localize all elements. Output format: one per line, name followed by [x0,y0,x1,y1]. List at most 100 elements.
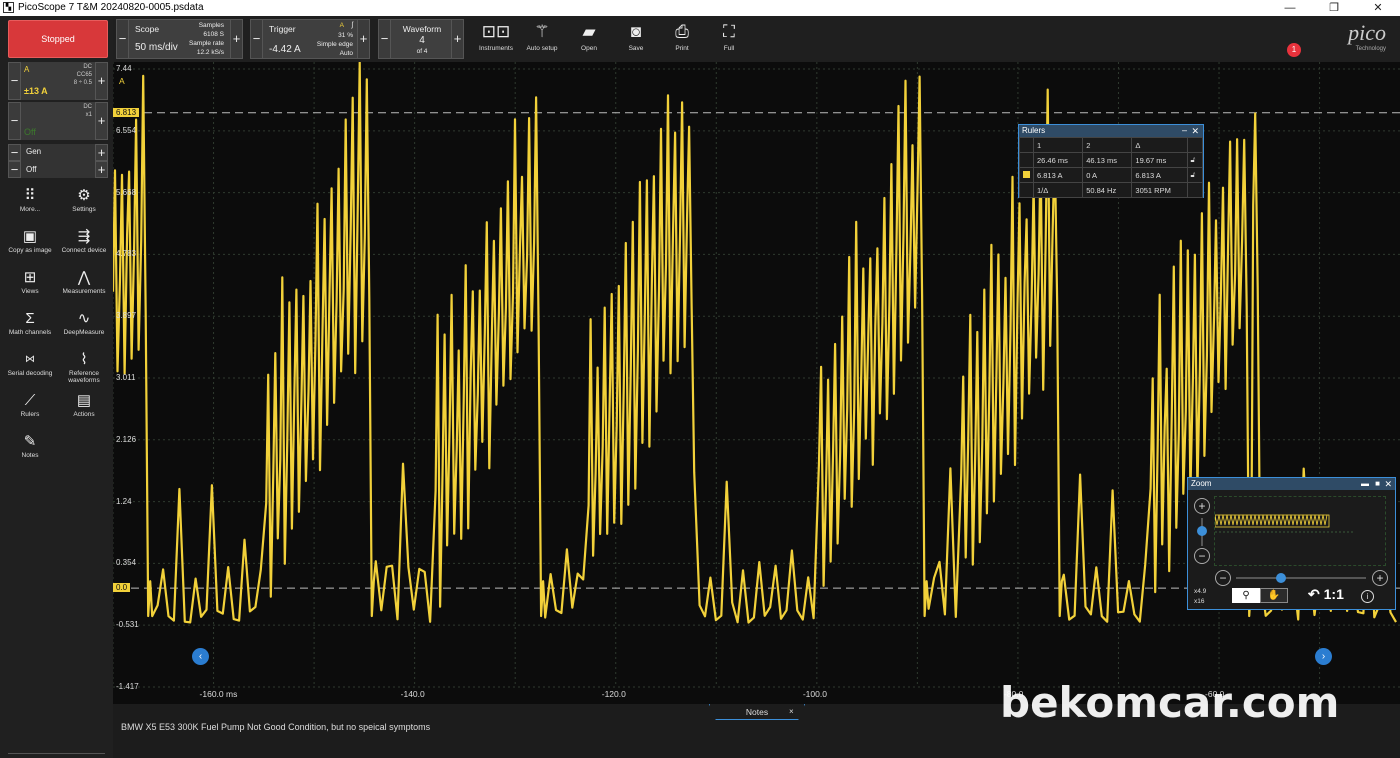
scope-timebase-group[interactable]: − + Scope 50 ms/div Samples 6108 S Sampl… [116,19,243,59]
table-row: 6.813 A0 A 6.813 A 🔓︎ [1019,167,1204,183]
close-icon[interactable]: ✕ [1191,125,1199,137]
close-icon[interactable]: ✕ [1384,478,1392,490]
sidebar-item-math-channels[interactable]: Σ Math channels [2,309,58,336]
sidebar-item-actions[interactable]: ▤ Actions [56,391,112,418]
minimize-icon[interactable]: — [1268,0,1312,16]
full-button[interactable]: ⛶ Full [705,19,753,52]
channel-b-plus-button[interactable]: + [95,102,108,140]
trigger-minus-button[interactable]: − [250,19,263,59]
trigger-plus-button[interactable]: + [357,19,370,59]
zoom-tool-button[interactable]: ⚲ [1232,588,1260,603]
sidebar-item-more[interactable]: ⠿ More... [2,186,58,213]
y-tick-label: 7.44 [116,64,132,73]
binary-icon: ⋈ [25,354,35,365]
zoom-out-button[interactable]: − [1194,548,1210,564]
sidebar-item-measurements[interactable]: ⋀ Measurements [56,268,112,295]
sidebar-item-rulers[interactable]: ⟋ Rulers [2,391,58,418]
y-tick-label: 3.011 [116,373,136,383]
save-icon: ◙ [630,22,642,41]
channel-b-box[interactable]: − + DC x1 Off [8,102,108,140]
signal-generator-box[interactable]: − + − + Gen Off [8,144,108,178]
waveform-index: 4 [419,35,425,46]
lock-icon[interactable]: 🔓︎ [1186,167,1204,183]
zoom-reset-button[interactable]: ↶ 1:1 [1308,586,1344,603]
notification-badge[interactable]: 1 [1287,43,1301,57]
rulers-panel-header[interactable]: Rulers – ✕ [1019,125,1203,137]
image-icon: ▣ [22,228,38,245]
channel-b-minus-button[interactable]: − [8,102,21,140]
rulers-panel[interactable]: Rulers – ✕ 12Δ 26.46 ms 46.13 ms 19.67 ms 🔓… [1018,124,1204,198]
y-tick-label: 5.668 [116,187,137,197]
open-button[interactable]: ▰ Open [565,19,613,52]
instruments-icon: ⊡⊡ [481,22,511,41]
horizontal-zoom-out-button[interactable]: − [1215,570,1231,586]
sidebar-item-connect-device[interactable]: ⇶ Connect device [56,227,112,254]
maximize-icon[interactable]: ■ [1375,478,1380,490]
print-button[interactable]: ⎙ Print [658,19,706,52]
zoom-y-factor: x16 [1194,598,1205,605]
timebase-plus-button[interactable]: + [230,19,243,59]
sidebar-item-settings[interactable]: ⚙ Settings [56,186,112,213]
sidebar-item-views[interactable]: ⊞ Views [2,268,58,295]
close-icon[interactable]: × [789,707,794,716]
close-icon[interactable]: ✕ [1356,0,1400,16]
horizontal-zoom-thumb[interactable] [1276,573,1286,583]
run-stop-button[interactable]: Stopped [8,20,108,58]
views-grid-icon: ⊞ [23,269,37,286]
sidebar-item-serial-decoding[interactable]: ⋈ Serial decoding [2,350,58,377]
zoom-panel[interactable]: Zoom ▬ ■ ✕ + − − + x4.9 x16 ⚲ ✋ ↶ 1:1 i [1187,477,1396,610]
lock-icon[interactable]: 🔓︎ [1186,152,1204,168]
zoom-in-button[interactable]: + [1194,498,1210,514]
scroll-right-button[interactable]: › [1315,648,1332,665]
save-button[interactable]: ◙ Save [612,19,660,52]
picoscope-icon: ▚ [3,2,14,13]
y-tick-label: -1.417 [116,682,139,691]
ruler-label[interactable]: 0.0 [113,583,131,593]
table-row: 26.46 ms 46.13 ms 19.67 ms 🔓︎ [1019,152,1204,168]
timebase-minus-button[interactable]: − [116,19,129,59]
sidebar-item-copy-as-image[interactable]: ▣ Copy as image [2,227,58,254]
gen-off-minus-button[interactable]: − [8,161,21,178]
ruler-label[interactable]: 6.813 [113,107,140,117]
channel-a-minus-button[interactable]: − [8,62,21,100]
minimize-icon[interactable]: ▬ [1361,478,1369,490]
waveform-of: of 4 [416,48,428,55]
channel-b-multiplier: x1 [85,112,92,118]
gen-off-plus-button[interactable]: + [95,161,108,178]
channel-a-range: ±13 A [24,86,48,96]
sidebar-item-notes[interactable]: ✎ Notes [2,432,58,459]
x-tick-label: -140.0 [400,689,425,699]
waveform-group[interactable]: − + Waveform 4 of 4 [378,19,464,59]
pico-logo: pico Technology [1348,20,1386,52]
instruments-button[interactable]: ⊡⊡ Instruments [472,19,520,52]
sidebar-item-reference-waveforms[interactable]: ⌇ Reference waveforms [56,350,112,384]
gen-plus-button[interactable]: + [95,144,108,161]
fullscreen-icon: ⛶ [723,22,735,41]
restore-icon[interactable]: ❐ [1312,0,1356,16]
channel-b-coupling: DC [83,104,92,110]
ruler-icon: ⟋ [24,392,36,409]
magnifier-icon: ⚲ [1242,590,1250,601]
notes-text[interactable]: BMW X5 E53 300K Fuel Pump Not Good Condi… [121,722,430,732]
sidebar-item-deepmeasure[interactable]: ∿ DeepMeasure [56,309,112,336]
horizontal-zoom-track[interactable] [1236,577,1366,579]
horizontal-zoom-in-button[interactable]: + [1372,570,1388,586]
minimize-icon[interactable]: – [1182,124,1187,136]
auto-setup-button[interactable]: ⚚ Auto setup [518,19,566,52]
sample-rate-label: Sample rate [188,40,224,47]
gear-icon: ⚙ [77,187,91,204]
trigger-group[interactable]: − + Trigger -4.42 A A ʃ 31 % Simple edge… [250,19,370,59]
channel-a-probe-detail: 8 ÷ 0.5 [73,80,92,86]
x-tick-label: -120.0 [601,689,626,699]
pan-tool-button[interactable]: ✋ [1260,588,1288,603]
channel-a-plus-button[interactable]: + [95,62,108,100]
info-icon[interactable]: i [1361,590,1374,603]
zoom-overview[interactable] [1214,496,1386,566]
scroll-left-button[interactable]: ‹ [192,648,209,665]
channel-a-box[interactable]: − + A ±13 A DC CC65 8 ÷ 0.5 [8,62,108,100]
magic-wand-icon: ⚚ [534,22,550,41]
gen-minus-button[interactable]: − [8,144,21,161]
trigger-type: Simple edge [316,41,353,48]
zoom-panel-header[interactable]: Zoom ▬ ■ ✕ [1188,478,1395,490]
vertical-zoom-thumb[interactable] [1197,526,1207,536]
